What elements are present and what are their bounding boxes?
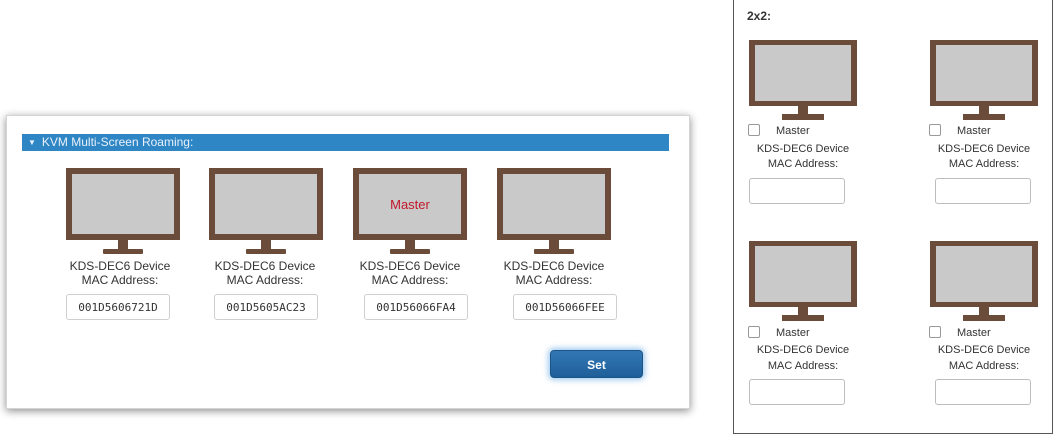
master-checkbox-row: Master (929, 124, 991, 138)
mac-address-input[interactable]: 001D56066FEE (513, 294, 617, 320)
mac-address-input[interactable] (749, 379, 845, 405)
master-checkbox-row: Master (748, 326, 810, 340)
mac-address-input[interactable] (935, 379, 1031, 405)
grid-title: 2x2: (747, 9, 772, 23)
mac-address-input[interactable] (749, 178, 845, 204)
mac-address-input[interactable]: 001D5606721D (66, 294, 170, 320)
device-label: KDS-DEC6 Device (756, 344, 850, 356)
mac-address-label: MAC Address: (515, 273, 593, 287)
device-label: KDS-DEC6 Device (359, 259, 461, 273)
triangle-down-icon: ▼ (28, 138, 36, 147)
monitor-icon (749, 40, 857, 120)
master-screen-label: Master (359, 174, 461, 234)
monitor-neck (261, 240, 271, 249)
master-label: Master (776, 125, 810, 137)
mac-address-label: MAC Address: (371, 273, 449, 287)
master-checkbox[interactable] (929, 124, 941, 137)
monitor-icon (930, 241, 1038, 321)
set-button[interactable]: Set (550, 350, 643, 378)
monitor-icon (497, 168, 611, 254)
device-label: KDS-DEC6 Device (503, 259, 605, 273)
monitor-screen (755, 246, 851, 302)
monitor-base (782, 114, 824, 120)
device-label: KDS-DEC6 Device (756, 143, 850, 155)
master-label: Master (957, 125, 991, 137)
monitor-screen (936, 45, 1032, 101)
monitor-icon (930, 40, 1038, 120)
monitor-icon (66, 168, 180, 254)
device-label: KDS-DEC6 Device (937, 143, 1031, 155)
monitor-neck (798, 106, 808, 114)
kvm-roaming-header[interactable]: ▼ KVM Multi-Screen Roaming: (22, 134, 669, 151)
monitor-base (963, 114, 1005, 120)
section-title: KVM Multi-Screen Roaming: (41, 135, 194, 149)
mac-address-label: MAC Address: (767, 158, 839, 170)
monitor-base (103, 249, 143, 254)
monitor-base (782, 315, 824, 321)
monitor-screen (503, 174, 605, 234)
monitor-screen (72, 174, 174, 234)
mac-address-input[interactable] (935, 178, 1031, 204)
monitor-screen (936, 246, 1032, 302)
device-label: KDS-DEC6 Device (214, 259, 316, 273)
monitor-neck (118, 240, 128, 249)
monitor-icon (749, 241, 857, 321)
device-label: KDS-DEC6 Device (69, 259, 171, 273)
master-checkbox-row: Master (748, 124, 810, 138)
monitor-icon: Master (353, 168, 467, 254)
mac-address-input[interactable]: 001D56066FA4 (364, 294, 468, 320)
master-checkbox[interactable] (929, 326, 941, 339)
device-label: KDS-DEC6 Device (937, 344, 1031, 356)
master-checkbox[interactable] (748, 326, 760, 339)
master-label: Master (957, 327, 991, 339)
monitor-base (534, 249, 574, 254)
monitor-neck (549, 240, 559, 249)
monitor-base (390, 249, 430, 254)
mac-address-label: MAC Address: (948, 360, 1020, 372)
monitor-icon (209, 168, 323, 254)
mac-address-label: MAC Address: (948, 158, 1020, 170)
master-checkbox[interactable] (748, 124, 760, 137)
master-checkbox-row: Master (929, 326, 991, 340)
monitor-neck (979, 106, 989, 114)
master-label: Master (776, 327, 810, 339)
mac-address-input[interactable]: 001D5605AC23 (214, 294, 318, 320)
monitor-screen (755, 45, 851, 101)
mac-address-label: MAC Address: (81, 273, 159, 287)
mac-address-label: MAC Address: (767, 360, 839, 372)
monitor-neck (798, 307, 808, 315)
mac-address-label: MAC Address: (226, 273, 304, 287)
monitor-base (246, 249, 286, 254)
monitor-neck (405, 240, 415, 249)
monitor-screen (215, 174, 317, 234)
monitor-base (963, 315, 1005, 321)
monitor-neck (979, 307, 989, 315)
